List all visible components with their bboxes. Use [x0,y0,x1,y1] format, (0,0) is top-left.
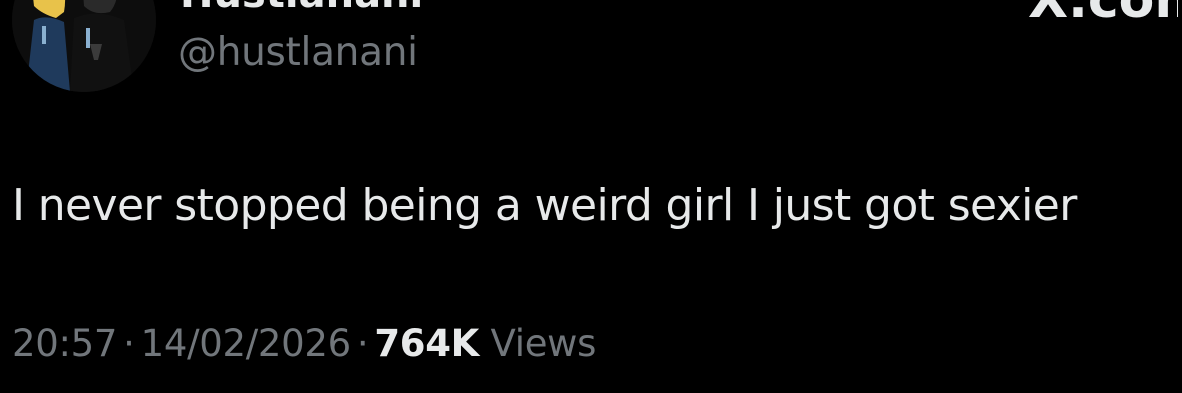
separator-dot: · [356,322,369,365]
display-name[interactable]: Hustlanani [180,0,423,14]
avatar[interactable] [12,0,156,92]
user-handle[interactable]: @hustlanani [178,30,418,77]
tweet-card: Hustlanani @hustlanani X.com I never sto… [0,0,1182,393]
separator-dot: · [123,322,135,365]
views-count: 764K [374,322,480,365]
views-label: Views [490,322,597,365]
tweet-date[interactable]: 14/02/2026 [141,322,352,365]
cartoon-avatar-icon [12,0,156,92]
tweet-text: I never stopped being a weird girl I jus… [12,180,1077,231]
tweet-time[interactable]: 20:57 [12,322,117,365]
x-logo: X.com [1028,0,1178,26]
tweet-meta: 20:57 · 14/02/2026 · 764K Views [12,322,596,366]
